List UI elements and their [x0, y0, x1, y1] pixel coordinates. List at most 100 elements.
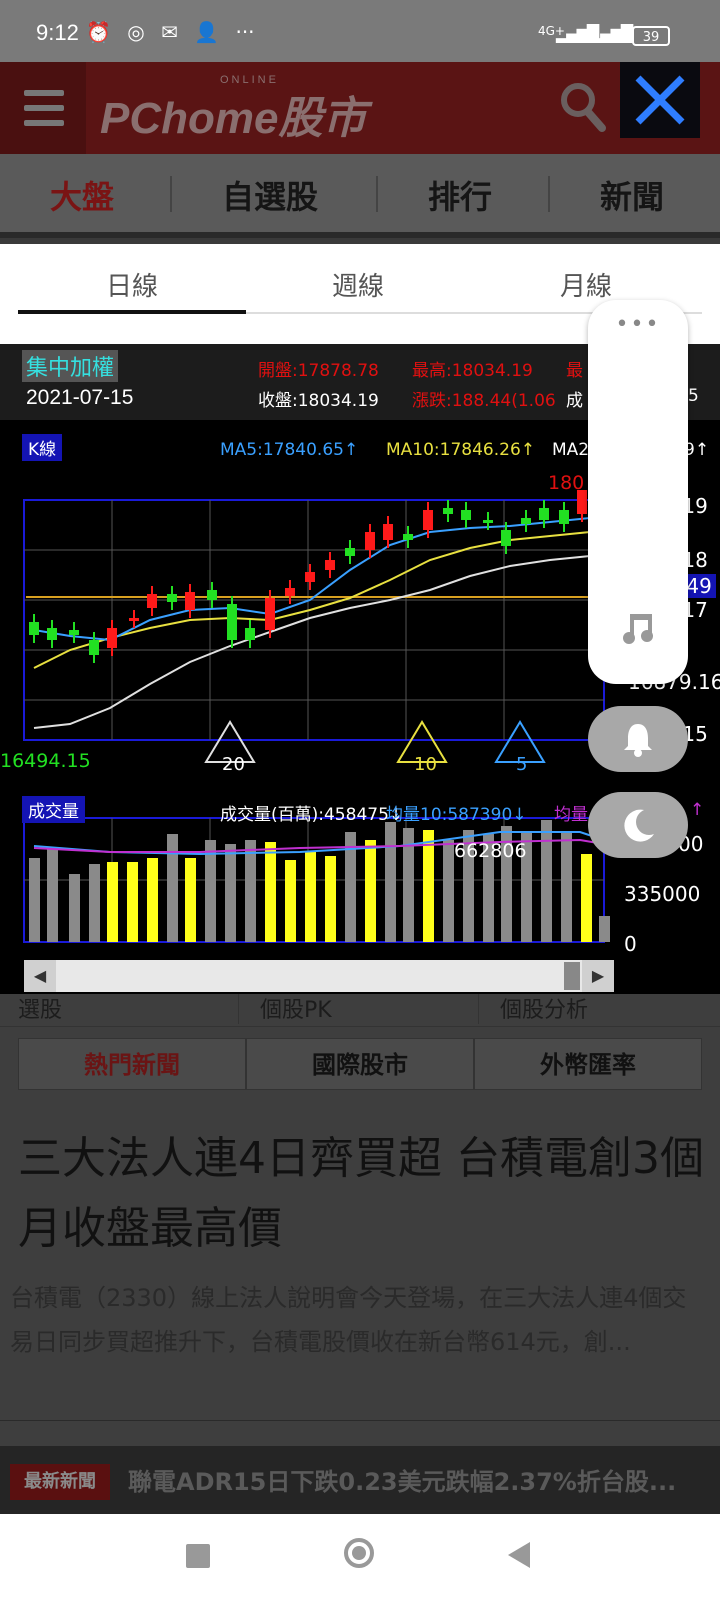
ma20-label: MA2 — [552, 440, 590, 460]
tab-intl-markets[interactable]: 國際股市 — [246, 1038, 474, 1090]
volume-bar — [443, 840, 454, 942]
search-icon[interactable] — [560, 82, 606, 143]
volume-bar — [205, 840, 216, 942]
volume-bar — [365, 840, 376, 942]
news-ticker[interactable]: 最新新聞 聯電ADR15日下跌0.23美元跌幅2.37%折台股... — [0, 1446, 720, 1514]
volume-avg-tail: ↑ — [690, 800, 705, 820]
volume-y-label: 335000 — [624, 882, 701, 906]
ma10-label: MA10:17846.26↑ — [386, 440, 536, 460]
app-header: ONLINE PChome股市 — [0, 62, 720, 154]
marker-20-label: 20 — [222, 754, 245, 775]
volume-avg: 均量 — [554, 805, 588, 825]
candle-body — [383, 524, 393, 540]
tab-weekly[interactable]: 週線 — [332, 266, 384, 303]
candle-body — [365, 532, 375, 550]
moon-icon — [624, 809, 654, 842]
candle-body — [539, 508, 549, 520]
volume-bar — [325, 856, 336, 942]
tab-divider — [376, 176, 378, 212]
divider — [0, 1420, 720, 1421]
close-price: 收盤:18034.19 — [258, 391, 379, 411]
gmail-icon: ✉ — [161, 20, 178, 44]
night-mode-button[interactable] — [588, 792, 688, 858]
candle-body — [403, 534, 413, 540]
chart-scrollbar[interactable]: ◀ ▶ — [24, 960, 614, 992]
news-headline[interactable]: 三大法人連4日齊買超 台積電創3個月收盤最高價 — [18, 1124, 708, 1264]
candle-body — [305, 572, 315, 582]
battery-icon: 39 — [632, 26, 670, 46]
open-price: 開盤:17878.78 — [258, 361, 379, 381]
floating-panel: ••• — [588, 300, 688, 684]
menu-button[interactable] — [0, 62, 86, 154]
candle-body — [501, 530, 511, 546]
logo-online: ONLINE — [220, 74, 279, 86]
tab-divider — [548, 176, 550, 212]
volume-bar — [107, 862, 118, 942]
volume-bar — [29, 858, 40, 942]
status-time: 9:12 — [36, 20, 79, 45]
volume-bar — [423, 830, 434, 942]
volume-bar — [385, 822, 396, 942]
tab-divider — [170, 176, 172, 212]
candle-body — [325, 560, 335, 570]
ticker-text[interactable]: 聯電ADR15日下跌0.23美元跌幅2.37%折台股... — [128, 1462, 708, 1497]
candle-body — [245, 628, 255, 640]
tab-hot-news[interactable]: 熱門新聞 — [18, 1038, 246, 1090]
candle-body — [147, 594, 157, 608]
divider — [0, 1026, 720, 1027]
volume-tail: 5 — [688, 386, 699, 406]
candle-body — [285, 588, 295, 596]
volume-amount: 成交量(百萬):458475↓ — [220, 805, 404, 825]
volume-bar — [167, 834, 178, 942]
volume-bar — [561, 832, 572, 942]
tab-ranking[interactable]: 排行 — [428, 172, 492, 218]
status-bar: 9:12 ⏰ ◎ ✉ 👤 ··· 4G+ ▂▄▆█ ▂▄▆█ 39 — [0, 0, 720, 62]
candle-body — [167, 594, 177, 602]
volume-y-label: 0 — [624, 932, 637, 956]
subtab-picker[interactable]: 選股 — [18, 992, 62, 1024]
latest-news-badge: 最新新聞 — [10, 1464, 110, 1500]
marker-5-label: 5 — [516, 754, 528, 775]
volume-bar — [127, 862, 138, 942]
volume-bar — [185, 858, 196, 942]
news-section: 選股 個股PK 個股分析 熱門新聞 國際股市 外幣匯率 三大法人連4日齊買超 台… — [0, 994, 720, 1514]
news-summary[interactable]: 台積電（2330）線上法人說明會今天登場，在三大法人連4個交易日同步買超推升下，… — [10, 1276, 710, 1364]
candle-body — [461, 510, 471, 520]
candle-body — [559, 510, 569, 524]
recent-apps-icon[interactable] — [186, 1544, 210, 1568]
close-button[interactable] — [620, 62, 700, 138]
more-options-icon[interactable]: ••• — [588, 312, 688, 337]
tab-market[interactable]: 大盤 — [50, 172, 114, 218]
notification-button[interactable] — [588, 706, 688, 772]
main-nav: 大盤 自選股 排行 新聞 — [0, 154, 720, 238]
home-icon[interactable] — [344, 1538, 374, 1568]
volume-bar — [599, 916, 610, 942]
candle-body — [107, 628, 117, 648]
low-value-label: 16494.15 — [0, 750, 91, 772]
signal-icon-2: ▂▄▆█ — [590, 24, 633, 43]
high-price: 最高:18034.19 — [412, 361, 533, 381]
volume-bar — [581, 854, 592, 942]
music-note-icon[interactable] — [620, 610, 656, 646]
pchome-logo[interactable]: ONLINE PChome股市 — [100, 74, 366, 146]
tab-forex[interactable]: 外幣匯率 — [474, 1038, 702, 1090]
active-tab-indicator — [18, 310, 246, 314]
scroll-thumb[interactable] — [564, 962, 580, 990]
tab-monthly[interactable]: 月線 — [560, 266, 612, 303]
back-icon[interactable] — [506, 1540, 532, 1570]
subtab-analysis[interactable]: 個股分析 — [500, 992, 588, 1024]
scroll-right-icon[interactable]: ▶ — [582, 960, 614, 992]
tab-news[interactable]: 新聞 — [600, 172, 664, 218]
tab-watchlist[interactable]: 自選股 — [222, 172, 318, 218]
volume-bar — [69, 874, 80, 942]
subtab-pk[interactable]: 個股PK — [260, 992, 332, 1024]
tab-daily[interactable]: 日線 — [106, 266, 158, 303]
candle-body — [227, 604, 237, 640]
more-status-icon: ··· — [235, 20, 255, 44]
candle-body — [577, 490, 587, 514]
candle-body — [443, 508, 453, 514]
price-change: 漲跌:188.44(1.06 — [412, 391, 556, 411]
scroll-left-icon[interactable]: ◀ — [24, 960, 56, 992]
volume-peak-label: 662806 — [454, 840, 527, 862]
person-add-icon: 👤 — [194, 20, 220, 44]
